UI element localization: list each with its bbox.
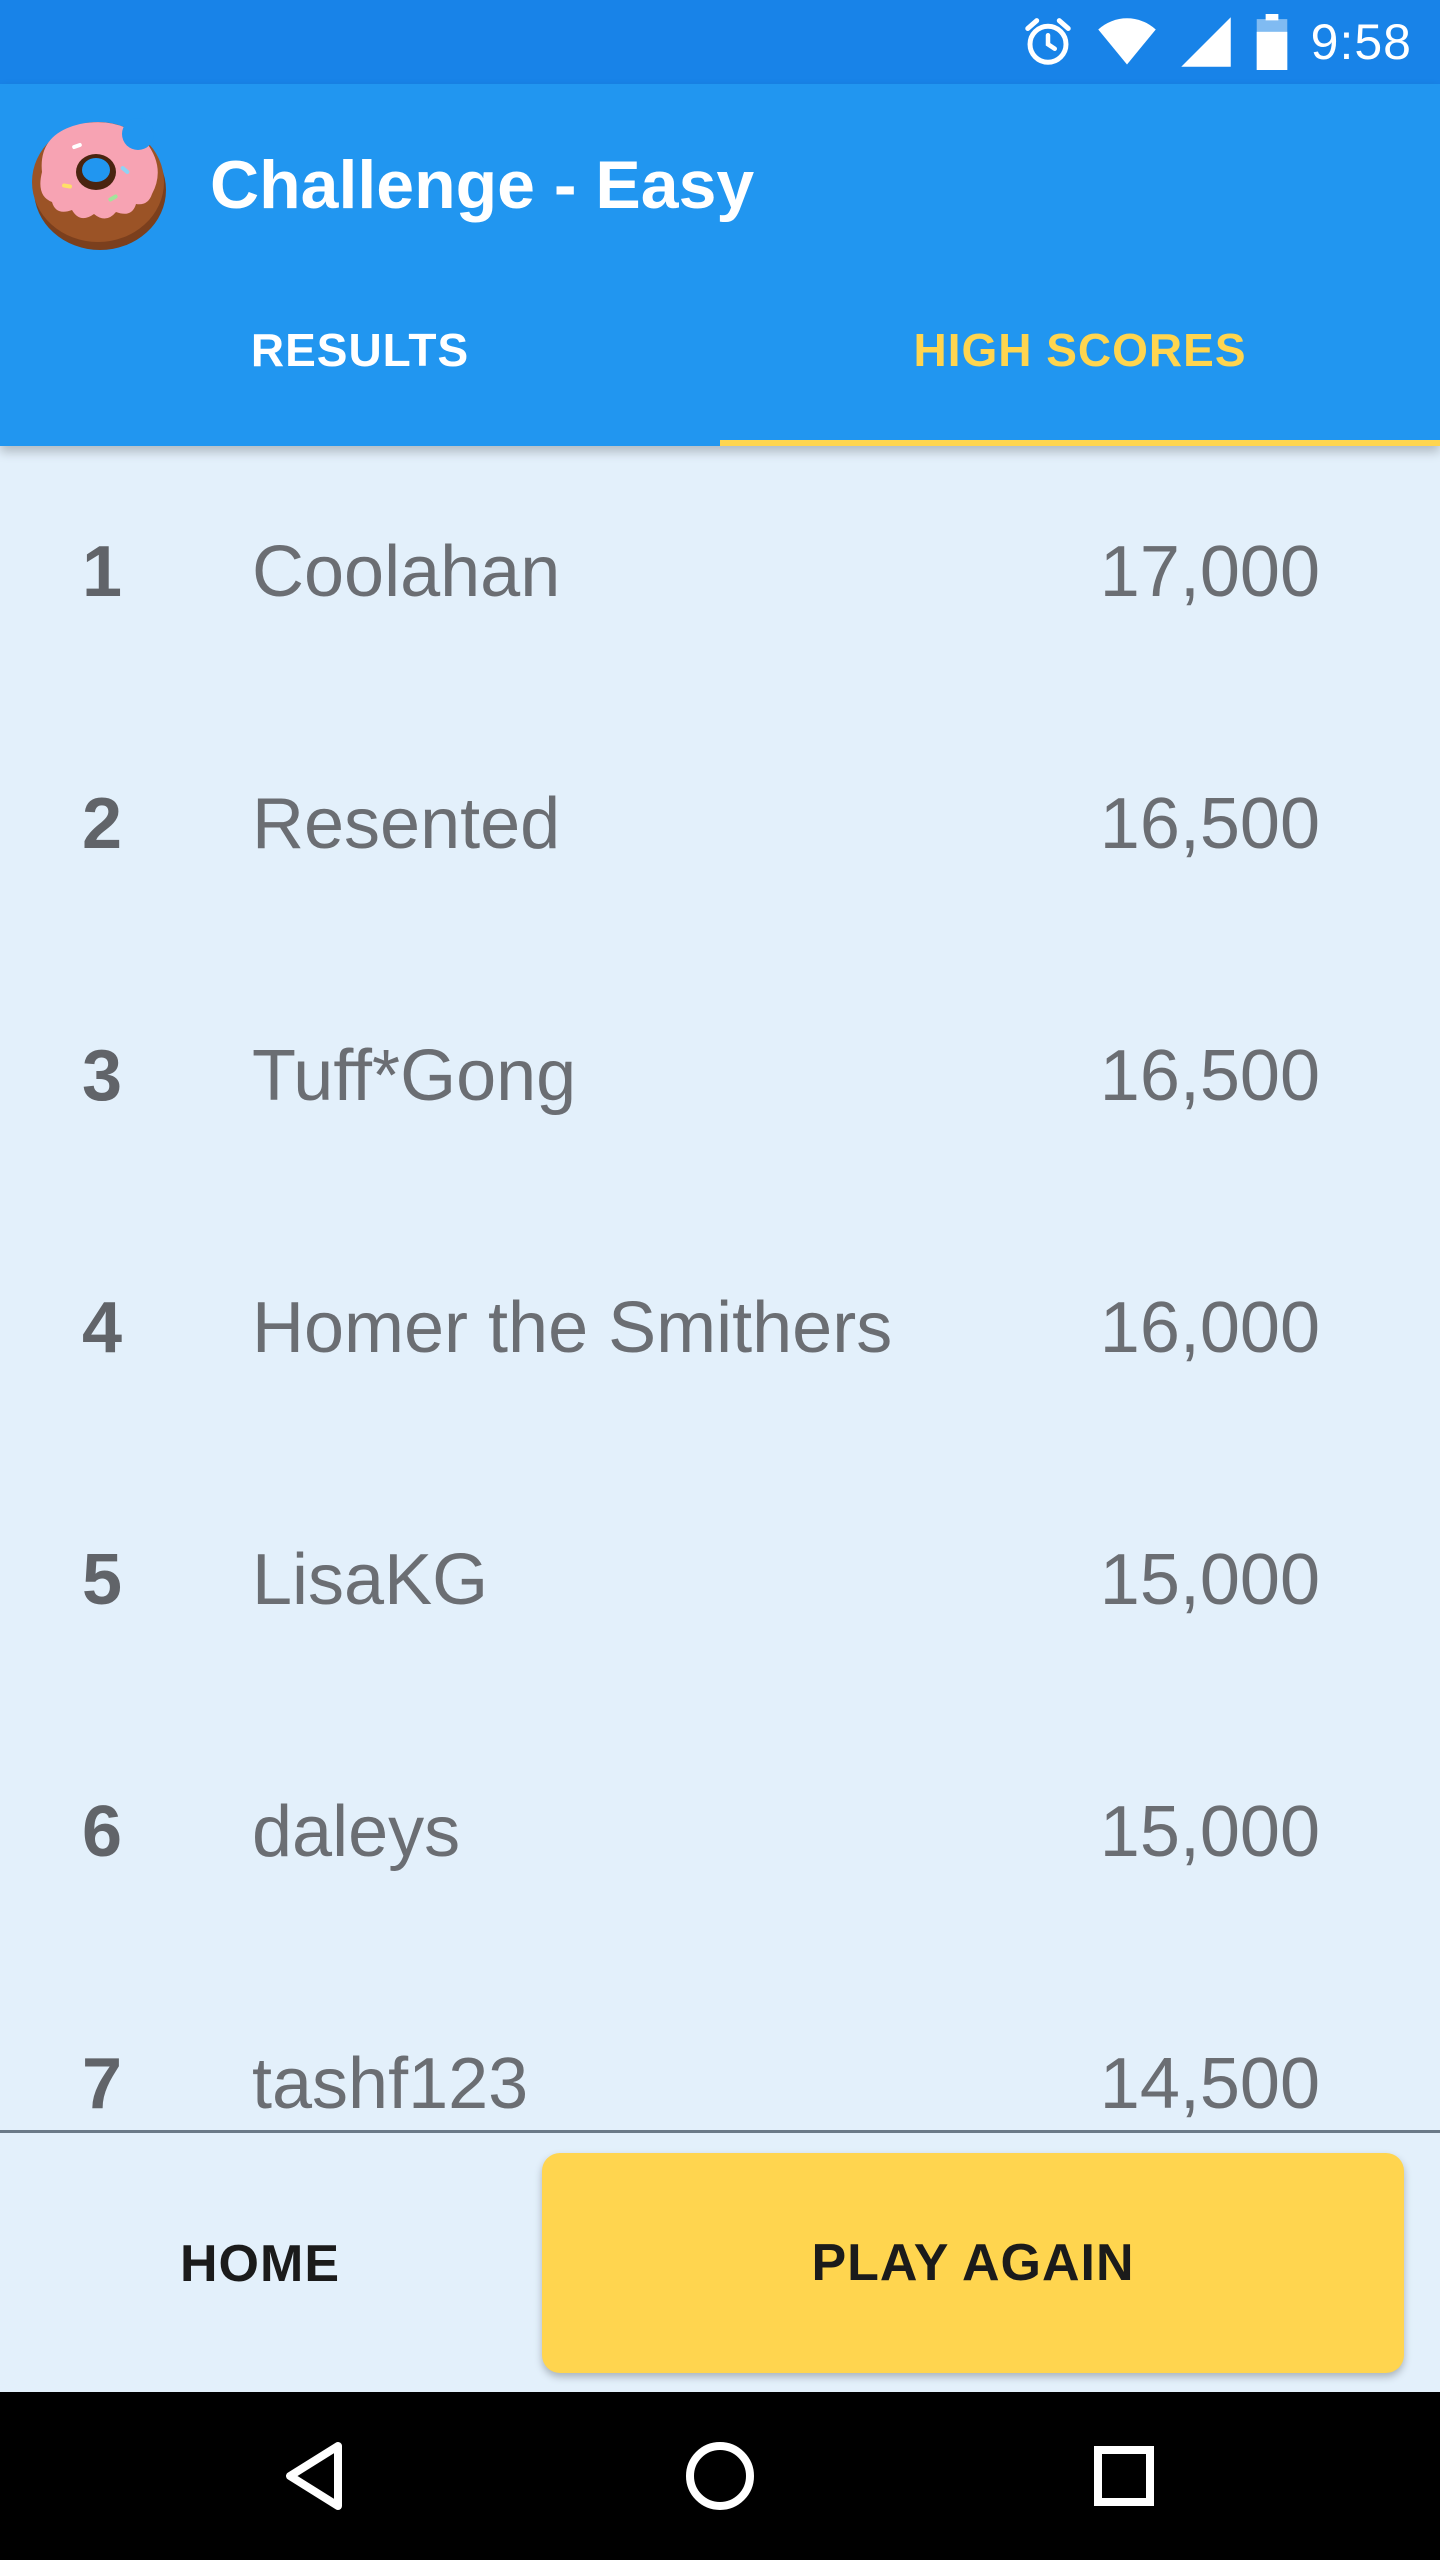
list-item: 3 Tuff*Gong 16,500 <box>0 950 1440 1202</box>
tab-indicator <box>720 440 1440 446</box>
home-icon[interactable] <box>660 2416 780 2536</box>
player-name: LisaKG <box>252 1540 489 1620</box>
rank-number: 6 <box>82 1792 123 1872</box>
player-score: 16,500 <box>1099 1036 1320 1116</box>
rank-number: 4 <box>82 1288 123 1368</box>
player-name: Tuff*Gong <box>252 1036 577 1116</box>
page-title: Challenge - Easy <box>210 147 755 223</box>
status-icons: 9:58 <box>1021 0 1412 84</box>
battery-icon <box>1256 14 1287 70</box>
recents-icon[interactable] <box>1064 2416 1184 2536</box>
status-time: 9:58 <box>1310 14 1412 70</box>
list-item: 5 LisaKG 15,000 <box>0 1454 1440 1706</box>
status-bar: 9:58 <box>0 0 1440 84</box>
alarm-icon <box>1024 18 1071 65</box>
player-name: tashf123 <box>252 2044 529 2124</box>
player-score: 15,000 <box>1099 1792 1320 1872</box>
player-name: Coolahan <box>252 532 561 612</box>
back-icon[interactable] <box>256 2416 376 2536</box>
rank-number: 3 <box>82 1036 123 1116</box>
tab-bar: RESULTS HIGH SCORES <box>0 280 1440 446</box>
player-score: 14,500 <box>1099 2044 1320 2124</box>
play-again-button[interactable]: PLAY AGAIN <box>542 2153 1404 2373</box>
player-name: Resented <box>252 784 561 864</box>
tab-high-scores[interactable]: HIGH SCORES <box>720 280 1440 446</box>
bottom-action-bar: HOME PLAY AGAIN <box>0 2130 1440 2395</box>
rank-number: 2 <box>82 784 123 864</box>
donut-icon[interactable] <box>28 112 168 252</box>
rank-number: 5 <box>82 1540 123 1620</box>
rank-number: 1 <box>82 532 123 612</box>
player-name: Homer the Smithers <box>252 1288 893 1368</box>
system-nav-bar <box>0 2392 1440 2560</box>
tab-results[interactable]: RESULTS <box>0 280 720 446</box>
high-scores-list[interactable]: 1 Coolahan 17,000 2 Resented 16,500 3 Tu… <box>0 446 1440 2130</box>
player-score: 16,500 <box>1099 784 1320 864</box>
player-score: 16,000 <box>1099 1288 1320 1368</box>
list-item: 7 tashf123 14,500 <box>0 1958 1440 2130</box>
list-item: 1 Coolahan 17,000 <box>0 446 1440 698</box>
player-score: 17,000 <box>1099 532 1320 612</box>
home-button[interactable]: HOME <box>40 2155 480 2373</box>
list-item: 4 Homer the Smithers 16,000 <box>0 1202 1440 1454</box>
cell-signal-icon <box>1180 17 1231 67</box>
player-name: daleys <box>252 1792 461 1872</box>
player-score: 15,000 <box>1099 1540 1320 1620</box>
list-item: 2 Resented 16,500 <box>0 698 1440 950</box>
list-item: 6 daleys 15,000 <box>0 1706 1440 1958</box>
rank-number: 7 <box>82 2044 123 2124</box>
app-bar: Challenge - Easy RESULTS HIGH SCORES <box>0 84 1440 446</box>
wifi-icon <box>1097 18 1156 65</box>
